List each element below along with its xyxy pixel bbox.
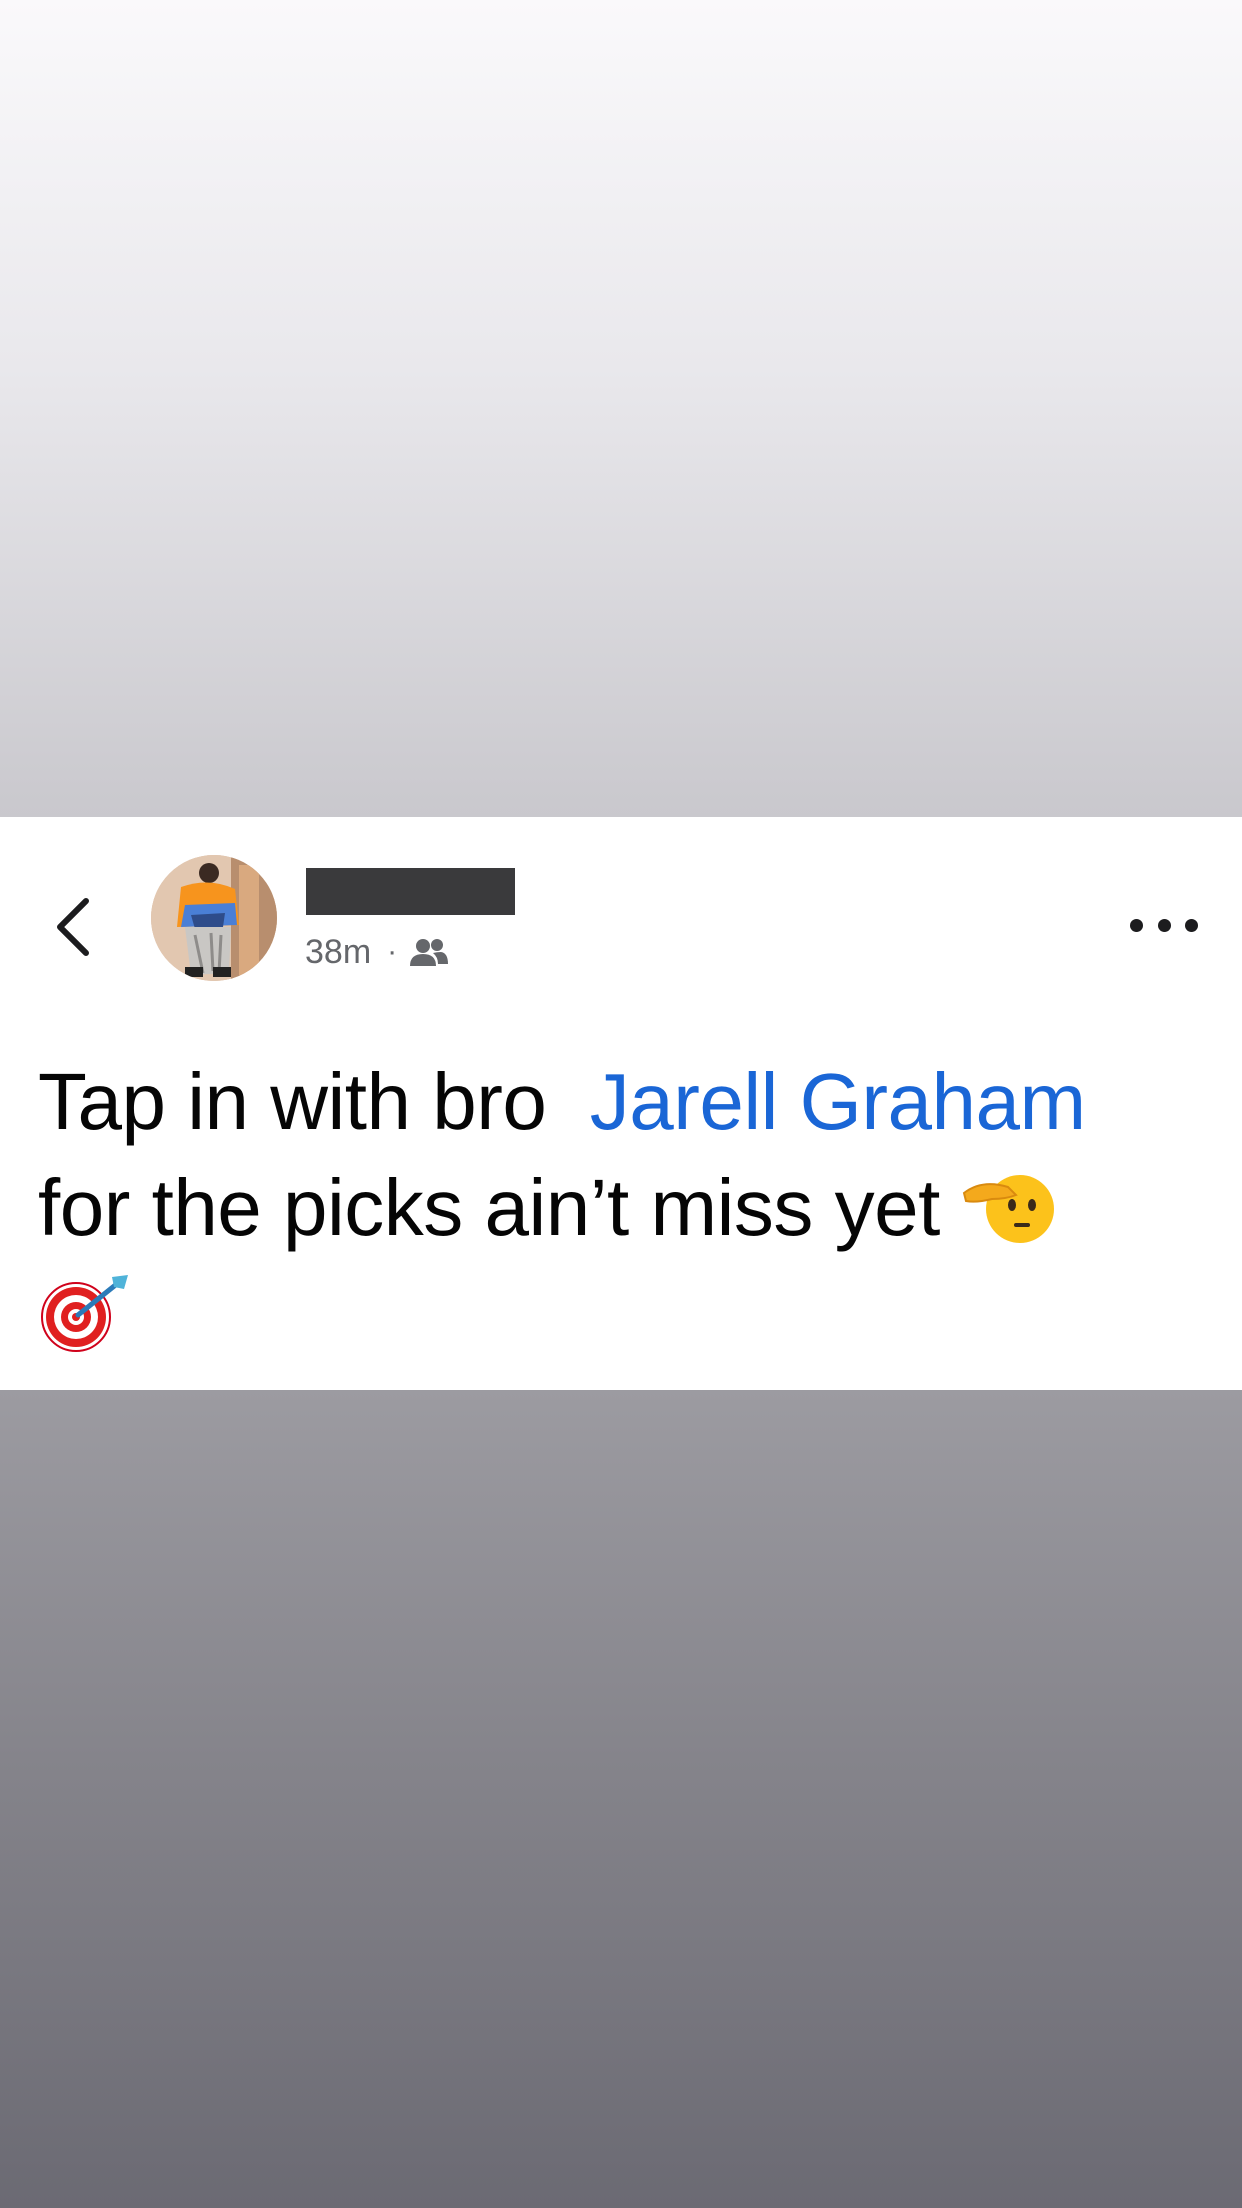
more-dot	[1185, 918, 1198, 932]
post-card: 38m · Tap in with bro Jarell Graham for …	[0, 817, 1242, 1390]
background-top	[0, 0, 1242, 817]
post-line-3	[38, 1261, 1218, 1367]
saluting-face-emoji	[962, 1175, 1054, 1243]
meta-separator: ·	[387, 935, 398, 968]
post-text-continued: for the picks ain’t miss yet	[38, 1163, 940, 1252]
post-timestamp[interactable]: 38m	[305, 933, 371, 972]
post-line-2: for the picks ain’t miss yet	[38, 1155, 1218, 1261]
back-button[interactable]	[48, 887, 100, 967]
friends-icon[interactable]	[409, 937, 449, 967]
avatar[interactable]	[151, 855, 277, 981]
more-horizontal-icon	[1130, 918, 1143, 932]
post-meta: 38m ·	[305, 929, 449, 975]
background-bottom	[0, 1390, 1242, 2208]
post-text-intro: Tap in with bro	[38, 1057, 547, 1146]
post-line-1: Tap in with bro Jarell Graham	[38, 1049, 1218, 1155]
chevron-left-icon	[57, 898, 89, 956]
avatar-image	[151, 855, 277, 981]
more-options-button[interactable]	[1130, 905, 1198, 945]
more-dot	[1157, 918, 1171, 932]
author-name-redacted[interactable]	[306, 868, 515, 915]
mention-link[interactable]: Jarell Graham	[590, 1057, 1086, 1146]
direct-hit-emoji	[41, 1275, 128, 1352]
post-body: Tap in with bro Jarell Graham for the pi…	[38, 1049, 1218, 1367]
